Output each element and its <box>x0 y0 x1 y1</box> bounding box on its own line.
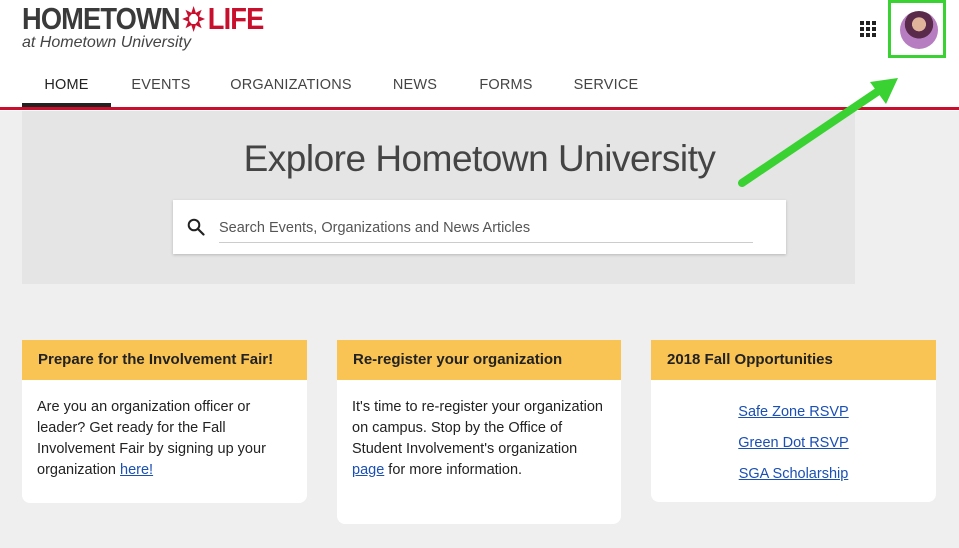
logo-swirl-icon <box>182 6 206 32</box>
card-fall-opportunities: 2018 Fall Opportunities Safe Zone RSVP G… <box>651 340 936 502</box>
involvement-fair-link[interactable]: here! <box>120 462 153 478</box>
sga-scholarship-link[interactable]: SGA Scholarship <box>651 459 936 490</box>
card-text-after: for more information. <box>384 462 523 478</box>
nav-service[interactable]: SERVICE <box>566 66 646 107</box>
search-input[interactable] <box>219 214 753 243</box>
hero-title: Explore Hometown University <box>243 138 716 179</box>
site-header: HOMETOWN LIFE at Hometown University HOM… <box>0 0 959 111</box>
search-box <box>173 200 786 254</box>
logo-text-life: LIFE <box>207 1 264 36</box>
card-title: Re-register your organization <box>337 340 621 380</box>
user-avatar[interactable] <box>900 11 938 49</box>
card-involvement-fair: Prepare for the Involvement Fair! Are yo… <box>22 340 307 503</box>
nav-accent-line <box>0 107 959 110</box>
hero-section <box>22 111 855 284</box>
logo-wordmark: HOMETOWN LIFE <box>22 1 264 36</box>
search-icon <box>187 218 205 236</box>
card-body: Are you an organization officer or leade… <box>22 380 307 481</box>
card-title: 2018 Fall Opportunities <box>651 340 936 380</box>
card-text-before: It's time to re-register your organizati… <box>352 399 603 457</box>
apps-grid-icon[interactable] <box>860 21 876 37</box>
card-body: It's time to re-register your organizati… <box>337 380 621 481</box>
card-reregister: Re-register your organization It's time … <box>337 340 621 524</box>
nav-news[interactable]: NEWS <box>383 66 447 107</box>
logo-text-hometown: HOMETOWN <box>22 1 181 36</box>
main-nav: HOME EVENTS ORGANIZATIONS NEWS FORMS SER… <box>0 66 959 107</box>
organization-page-link[interactable]: page <box>352 462 384 478</box>
nav-home[interactable]: HOME <box>22 66 111 107</box>
opportunity-links: Safe Zone RSVP Green Dot RSVP SGA Schola… <box>651 380 936 490</box>
green-dot-link[interactable]: Green Dot RSVP <box>651 428 936 459</box>
nav-forms[interactable]: FORMS <box>472 66 540 107</box>
avatar-highlight-box <box>888 0 946 58</box>
card-title: Prepare for the Involvement Fair! <box>22 340 307 380</box>
nav-organizations[interactable]: ORGANIZATIONS <box>224 66 358 107</box>
nav-events[interactable]: EVENTS <box>121 66 201 107</box>
logo-subtitle: at Hometown University <box>22 34 191 51</box>
safe-zone-link[interactable]: Safe Zone RSVP <box>651 397 936 428</box>
site-logo[interactable]: HOMETOWN LIFE at Hometown University <box>22 2 296 52</box>
